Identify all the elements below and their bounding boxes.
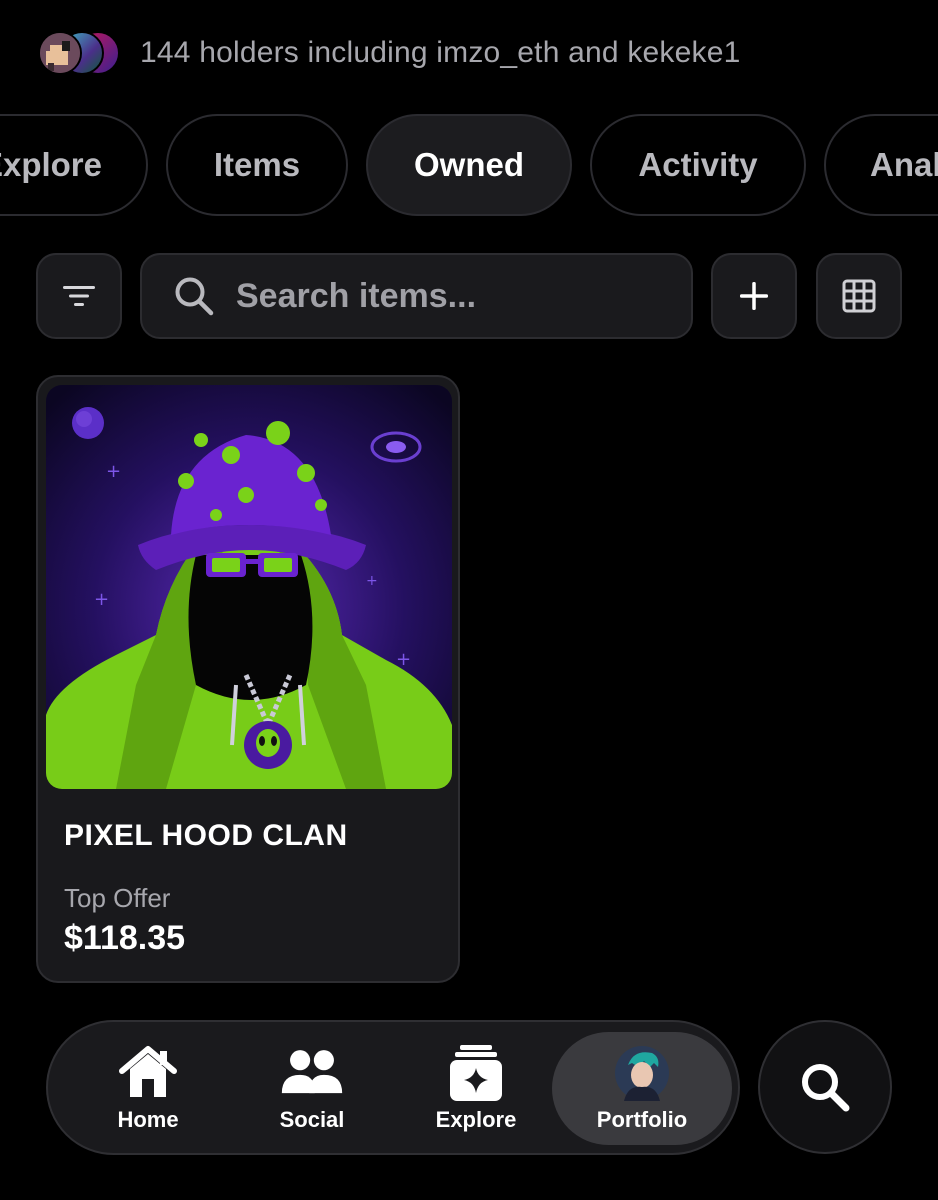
nav-portfolio[interactable]: Portfolio — [552, 1032, 732, 1145]
tab-owned[interactable]: Owned — [366, 114, 572, 216]
search-icon — [802, 1064, 850, 1112]
top-offer-value: $118.35 — [64, 919, 186, 957]
plus-icon — [740, 282, 768, 310]
holders-row[interactable]: 144 holders including imzo_eth and kekek… — [38, 28, 740, 78]
nft-card[interactable]: + + + + PIXEL HOOD CLAN Top Offer $118.3… — [36, 375, 460, 983]
filter-button[interactable] — [36, 253, 122, 339]
filter-icon — [63, 286, 95, 306]
holders-text: 144 holders including imzo_eth and kekek… — [140, 36, 741, 69]
nav-search-button[interactable] — [758, 1020, 892, 1154]
home-icon — [116, 1045, 180, 1101]
bottom-nav: Home Social Explore Portfolio — [46, 1020, 740, 1155]
sparkle-cards-icon — [444, 1044, 508, 1101]
top-offer-label: Top Offer — [64, 883, 171, 913]
search-input[interactable] — [236, 276, 656, 316]
search-icon — [175, 277, 214, 316]
nft-image: + + + + — [46, 385, 452, 789]
nav-explore[interactable]: Explore — [394, 1032, 558, 1145]
search-bar[interactable] — [140, 253, 693, 339]
nav-social[interactable]: Social — [230, 1032, 394, 1145]
nav-home[interactable]: Home — [66, 1032, 230, 1145]
holder-avatar — [38, 31, 82, 75]
app-root: 144 holders including imzo_eth and kekek… — [0, 0, 938, 1200]
tab-bar: Explore Items Owned Activity Analytics — [0, 114, 938, 216]
add-button[interactable] — [711, 253, 797, 339]
svg-text:+: + — [94, 589, 109, 610]
people-icon — [280, 1045, 344, 1101]
grid-view-button[interactable] — [816, 253, 902, 339]
tab-activity[interactable]: Activity — [590, 114, 806, 216]
nft-title: PIXEL HOOD CLAN — [64, 819, 348, 852]
tab-analytics[interactable]: Analytics — [824, 114, 938, 216]
svg-text:+: + — [106, 461, 121, 482]
holder-avatars — [38, 29, 122, 77]
avatar — [610, 1045, 674, 1101]
tab-items[interactable]: Items — [166, 114, 348, 216]
grid-icon — [842, 279, 876, 313]
svg-text:+: + — [366, 573, 378, 589]
tab-explore[interactable]: Explore — [0, 114, 148, 216]
